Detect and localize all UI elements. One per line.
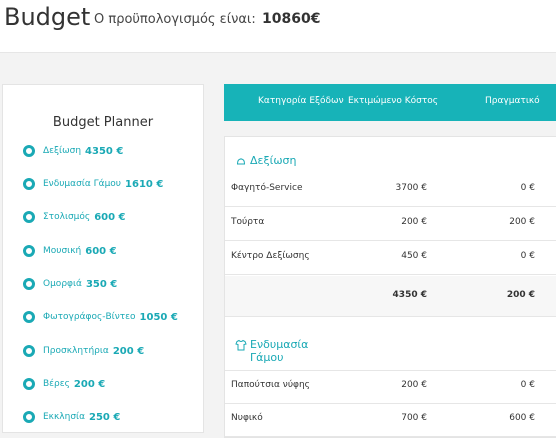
table-row[interactable]: Τούρτα 200 € 200 €: [225, 208, 556, 241]
sidebar-item-value: 600 €: [85, 245, 117, 257]
sidebar-item-label: Προσκλητήρια: [43, 346, 109, 356]
budget-amount: 10860€: [262, 11, 321, 27]
column-header-category: Κατηγορία Εξόδων: [258, 96, 344, 106]
table-row[interactable]: Παπούτσια νύφης 200 € 0 €: [225, 370, 556, 404]
page-title: Budget: [4, 3, 91, 31]
cell-actual: 200 €: [509, 217, 535, 227]
cell-actual: 600 €: [509, 413, 535, 423]
table-row[interactable]: Νυφικό 700 € 600 €: [225, 404, 556, 437]
sidebar-item-value: 250 €: [89, 411, 121, 423]
sidebar-item-value: 200 €: [112, 345, 145, 357]
radio-dot-icon: [23, 311, 35, 323]
radio-dot-icon: [23, 278, 35, 290]
sidebar-item-value: 350 €: [85, 278, 118, 290]
section-title-line2: Γάμου: [250, 351, 284, 364]
sidebar-item-rings[interactable]: Βέρες 200 €: [23, 376, 105, 392]
radio-dot-icon: [23, 411, 35, 423]
table-row[interactable]: Φαγητό-Service 3700 € 0 €: [225, 174, 556, 207]
section-total-row: 4350 € 200 €: [225, 276, 556, 317]
cell-category: Παπούτσια νύφης: [231, 380, 310, 390]
sidebar-item-label: Ομορφιά: [43, 279, 82, 289]
sidebar-item-wedding-attire[interactable]: Ενδυμασία Γάμου 1610 €: [23, 176, 163, 192]
sidebar-item-label: Ενδυμασία Γάμου: [43, 179, 122, 189]
sidebar-item-value: 200 €: [73, 378, 106, 390]
cell-actual: 0 €: [520, 183, 535, 193]
sidebar-item-label: Εκκλησία: [43, 412, 86, 422]
sidebar-item-decoration[interactable]: Στολισμός 600 €: [23, 209, 126, 225]
cell-estimated: 200 €: [401, 217, 427, 227]
total-estimated: 4350 €: [392, 290, 427, 300]
sidebar-item-value: 4350 €: [85, 145, 124, 157]
radio-dot-icon: [23, 145, 35, 157]
bell-icon: [237, 158, 245, 165]
sidebar-item-label: Μουσική: [43, 246, 82, 256]
cell-category: Τούρτα: [231, 217, 265, 227]
sidebar-item-label: Στολισμός: [43, 212, 91, 222]
column-header-estimated: Εκτιμώμενο Κόστος: [348, 96, 439, 106]
cell-estimated: 3700 €: [395, 183, 428, 193]
radio-dot-icon: [23, 378, 35, 390]
sidebar-item-value: 1050 €: [139, 311, 178, 323]
cell-actual: 0 €: [520, 251, 535, 261]
radio-dot-icon: [23, 211, 35, 223]
sidebar-item-photo-video[interactable]: Φωτογράφος-Βίντεο 1050 €: [23, 309, 178, 325]
shirt-icon: [235, 339, 247, 351]
table-header: Κατηγορία Εξόδων Εκτιμώμενο Κόστος Πραγμ…: [224, 84, 556, 121]
total-actual: 200 €: [506, 290, 535, 300]
sidebar-item-label: Δεξίωση: [43, 146, 82, 156]
section-title-line1: Ενδυμασία: [250, 338, 309, 351]
cell-category: Φαγητό-Service: [231, 183, 303, 193]
sidebar-item-value: 600 €: [94, 211, 126, 223]
budget-planner-sidebar: Budget Planner Δεξίωση 4350 € Ενδυμασία …: [2, 84, 204, 433]
sidebar-item-reception[interactable]: Δεξίωση 4350 €: [23, 143, 123, 159]
cell-estimated: 450 €: [401, 251, 427, 261]
cell-category: Νυφικό: [231, 413, 263, 423]
cell-estimated: 700 €: [401, 413, 427, 423]
radio-dot-icon: [23, 245, 35, 257]
sidebar-item-music[interactable]: Μουσική 600 €: [23, 243, 117, 259]
section-title-label: Δεξίωση: [250, 154, 297, 167]
radio-dot-icon: [23, 345, 35, 357]
budget-table: Κατηγορία Εξόδων Εκτιμώμενο Κόστος Πραγμ…: [224, 84, 556, 438]
table-row[interactable]: Κέντρο Δεξίωσης 450 € 0 €: [225, 242, 556, 275]
section-title-reception: Δεξίωση: [235, 154, 296, 167]
planner-title: Budget Planner: [52, 115, 154, 130]
sidebar-item-church[interactable]: Εκκλησία 250 €: [23, 409, 120, 425]
sidebar-item-value: 1610 €: [125, 178, 164, 190]
sidebar-item-invitations[interactable]: Προσκλητήρια 200 €: [23, 343, 144, 359]
budget-subtitle: Ο προϋπολογισμός είναι:: [94, 12, 256, 27]
cell-actual: 0 €: [520, 380, 535, 390]
table-body: Δεξίωση Φαγητό-Service 3700 € 0 € Τούρτα…: [224, 136, 556, 438]
sidebar-item-label: Φωτογράφος-Βίντεο: [43, 312, 136, 322]
page-header: Budget Ο προϋπολογισμός είναι: 10860€: [0, 0, 556, 53]
cell-estimated: 200 €: [401, 380, 427, 390]
cell-category: Κέντρο Δεξίωσης: [231, 251, 310, 261]
radio-dot-icon: [23, 178, 35, 190]
section-title-wedding-attire: Ενδυμασία Γάμου: [235, 338, 308, 364]
sidebar-item-label: Βέρες: [43, 379, 70, 389]
sidebar-item-beauty[interactable]: Ομορφιά 350 €: [23, 276, 117, 292]
column-header-actual: Πραγματικό: [485, 96, 540, 106]
